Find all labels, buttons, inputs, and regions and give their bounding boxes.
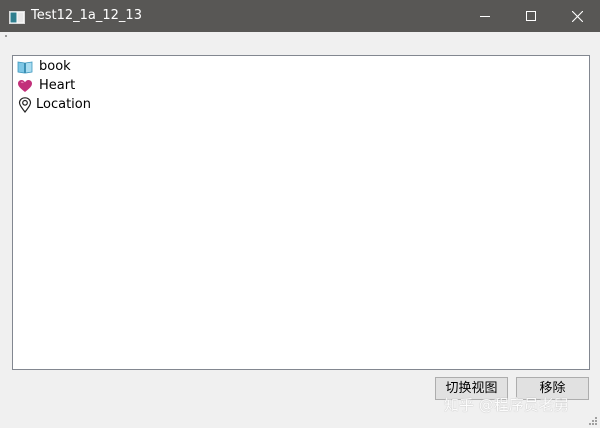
list-item[interactable]: Location bbox=[17, 95, 91, 114]
list-item-label: book bbox=[39, 59, 71, 74]
list-item-label: Heart bbox=[39, 78, 76, 93]
strip-grip-dot bbox=[5, 35, 7, 37]
minimize-icon bbox=[480, 16, 490, 17]
minimize-button[interactable] bbox=[462, 0, 508, 32]
list-item[interactable]: Heart bbox=[17, 76, 75, 95]
watermark: 知乎 @程序员老舅 bbox=[444, 396, 569, 414]
list-item[interactable]: book bbox=[17, 57, 71, 76]
app-window: Test12_1a_12_13 book Heart Location 切换视图… bbox=[0, 0, 600, 428]
resize-grip-icon[interactable] bbox=[588, 416, 598, 426]
title-bar[interactable]: Test12_1a_12_13 bbox=[0, 0, 600, 32]
list-item-label: Location bbox=[36, 97, 91, 112]
maximize-button[interactable] bbox=[508, 0, 554, 32]
list-widget[interactable]: book Heart Location bbox=[12, 55, 590, 370]
app-icon bbox=[9, 9, 25, 24]
menu-strip bbox=[0, 32, 600, 42]
close-button[interactable] bbox=[554, 0, 600, 32]
window-title: Test12_1a_12_13 bbox=[31, 8, 142, 23]
maximize-icon bbox=[526, 11, 536, 21]
book-icon bbox=[17, 59, 33, 75]
heart-icon bbox=[17, 78, 33, 94]
location-pin-icon bbox=[17, 96, 33, 113]
close-icon bbox=[571, 10, 583, 22]
